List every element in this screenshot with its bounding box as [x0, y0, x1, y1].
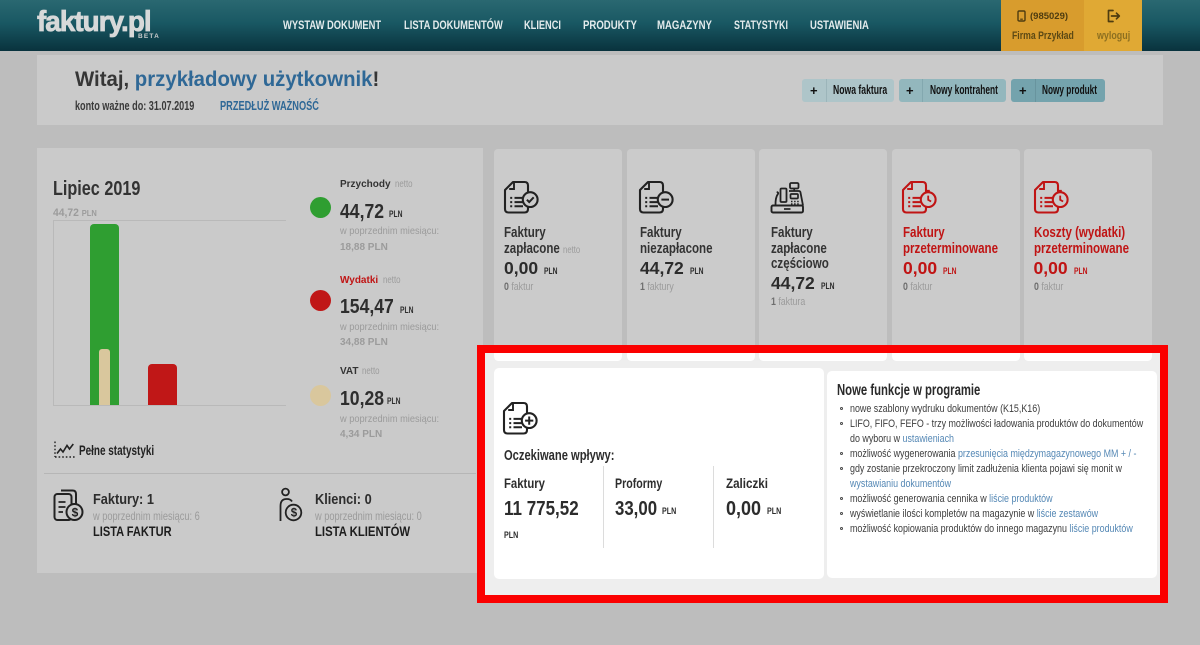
svg-text:$: $ — [291, 508, 298, 520]
svg-text:$: $ — [72, 505, 79, 519]
